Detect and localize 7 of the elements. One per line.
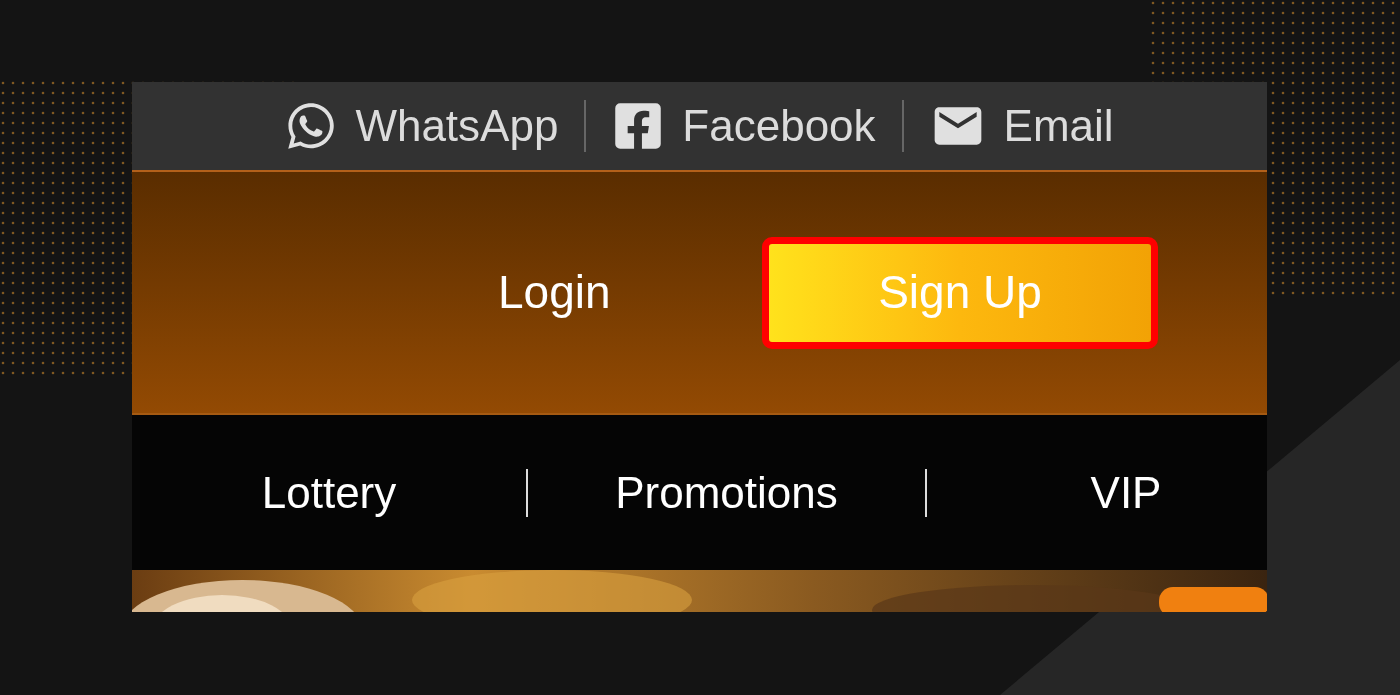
contact-link[interactable]: WhatsApp: [285, 93, 559, 159]
nav-link[interactable]: Promotions: [528, 459, 925, 526]
contact-link[interactable]: Facebook: [612, 93, 876, 159]
login-link[interactable]: Login: [498, 258, 762, 327]
nav-link[interactable]: Lottery: [132, 459, 526, 526]
contact-link[interactable]: Email: [929, 93, 1114, 159]
nav-link[interactable]: VIP: [927, 459, 1267, 526]
